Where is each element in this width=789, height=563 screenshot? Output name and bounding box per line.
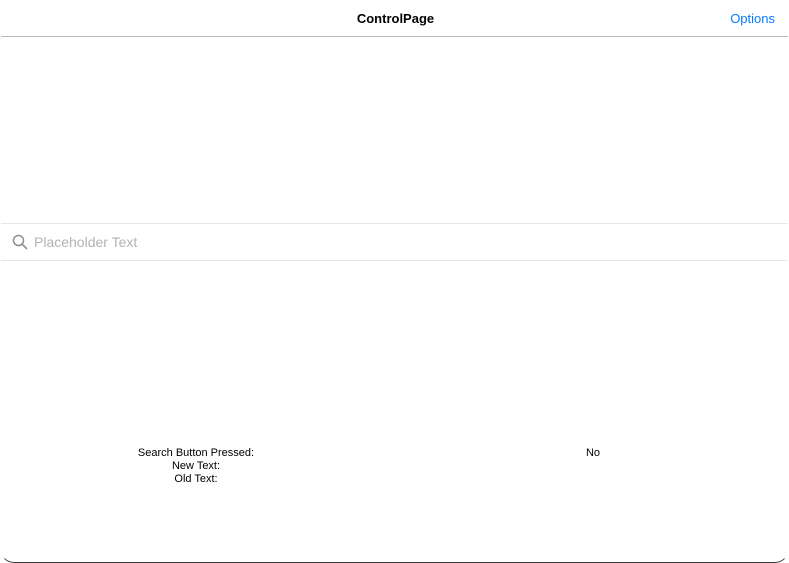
- search-icon: [12, 234, 28, 250]
- search-button-pressed-value: No: [585, 447, 601, 459]
- search-bar: [1, 223, 788, 261]
- search-input[interactable]: [34, 230, 774, 254]
- old-text-label: Old Text:: [174, 473, 218, 485]
- app-window: ControlPage Options Search Button Presse…: [0, 0, 789, 563]
- options-button[interactable]: Options: [730, 11, 775, 26]
- navigation-bar: ControlPage Options: [1, 0, 788, 37]
- page-title: ControlPage: [356, 11, 435, 26]
- new-text-label: New Text:: [171, 460, 221, 472]
- search-button-pressed-label: Search Button Pressed:: [137, 447, 255, 459]
